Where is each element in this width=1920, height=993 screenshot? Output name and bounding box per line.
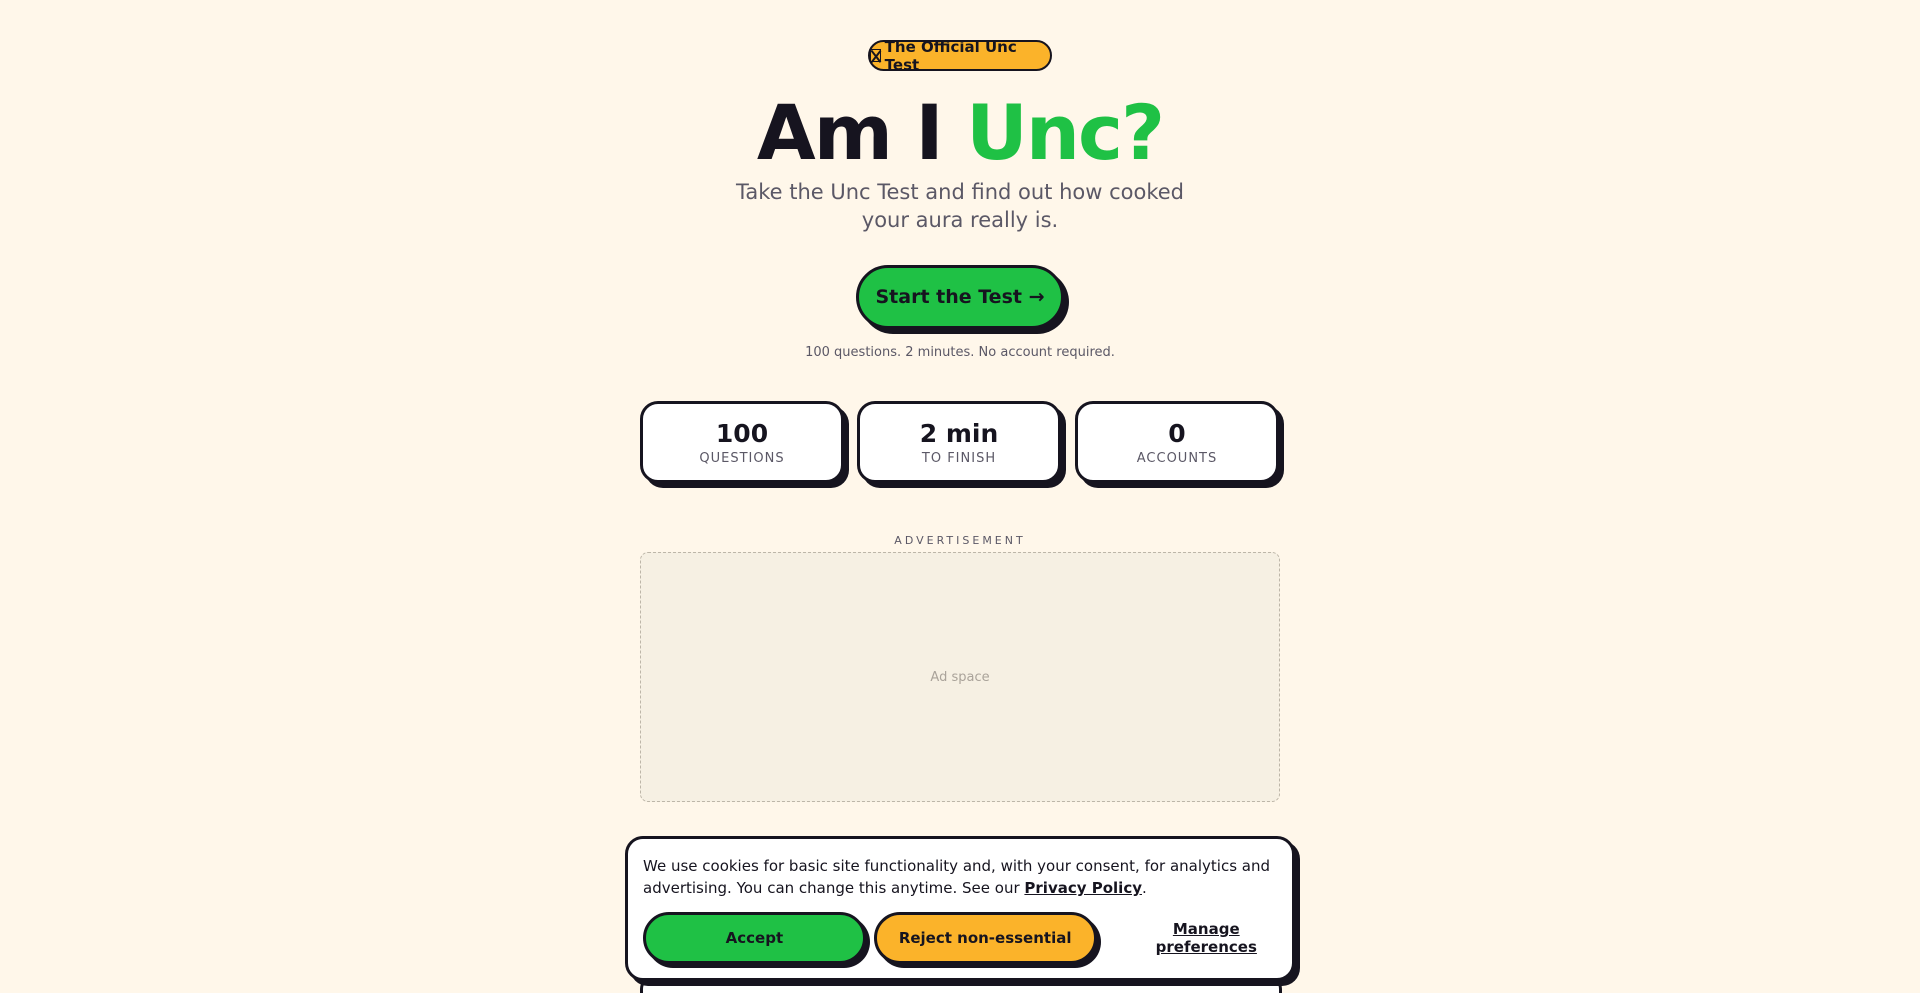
stat-label: TO FINISH xyxy=(921,450,997,466)
hourglass-icon xyxy=(870,49,881,62)
cookie-actions: Accept Reject non-essential Manage prefe… xyxy=(643,912,1292,964)
advertisement-label: ADVERTISEMENT xyxy=(894,534,1026,547)
manage-preferences-button[interactable]: Manage preferences xyxy=(1121,920,1292,956)
cookie-banner: We use cookies for basic site functional… xyxy=(625,836,1295,981)
stat-value: 0 xyxy=(1168,418,1186,448)
accept-cookies-button[interactable]: Accept xyxy=(643,912,866,964)
official-badge: The Official Unc Test xyxy=(868,37,1052,74)
stat-card-time: 2 min TO FINISH xyxy=(857,401,1061,483)
badge-text: The Official Unc Test xyxy=(884,37,1017,74)
ad-placeholder: Ad space xyxy=(930,669,990,685)
start-test-button[interactable]: Start the Test → xyxy=(856,265,1064,329)
ad-slot[interactable]: Ad space xyxy=(640,552,1280,802)
hero-subtitle: Take the Unc Test and find out how cooke… xyxy=(735,180,1184,232)
reject-cookies-button[interactable]: Reject non-essential xyxy=(873,912,1097,964)
title-accent: Unc? xyxy=(966,88,1165,177)
cookie-text-end: . xyxy=(1141,879,1147,897)
stat-value: 2 min xyxy=(919,418,999,448)
stat-card-questions: 100 QUESTIONS xyxy=(640,401,844,483)
cookie-text: We use cookies for basic site functional… xyxy=(643,857,1270,897)
stat-card-accounts: 0 ACCOUNTS xyxy=(1075,401,1279,483)
privacy-policy-link[interactable]: Privacy Policy xyxy=(1024,879,1142,897)
title-plain: Am I xyxy=(756,88,967,177)
landing-page: The Official Unc Test Am I Unc? Take the… xyxy=(0,0,1920,993)
page-title: Am I Unc? xyxy=(0,88,1920,178)
stat-label: QUESTIONS xyxy=(699,450,785,466)
stat-value: 100 xyxy=(715,418,769,448)
stat-label: ACCOUNTS xyxy=(1136,450,1218,466)
cookie-message: We use cookies for basic site functional… xyxy=(643,855,1277,899)
cta-note: 100 questions. 2 minutes. No account req… xyxy=(805,345,1115,360)
